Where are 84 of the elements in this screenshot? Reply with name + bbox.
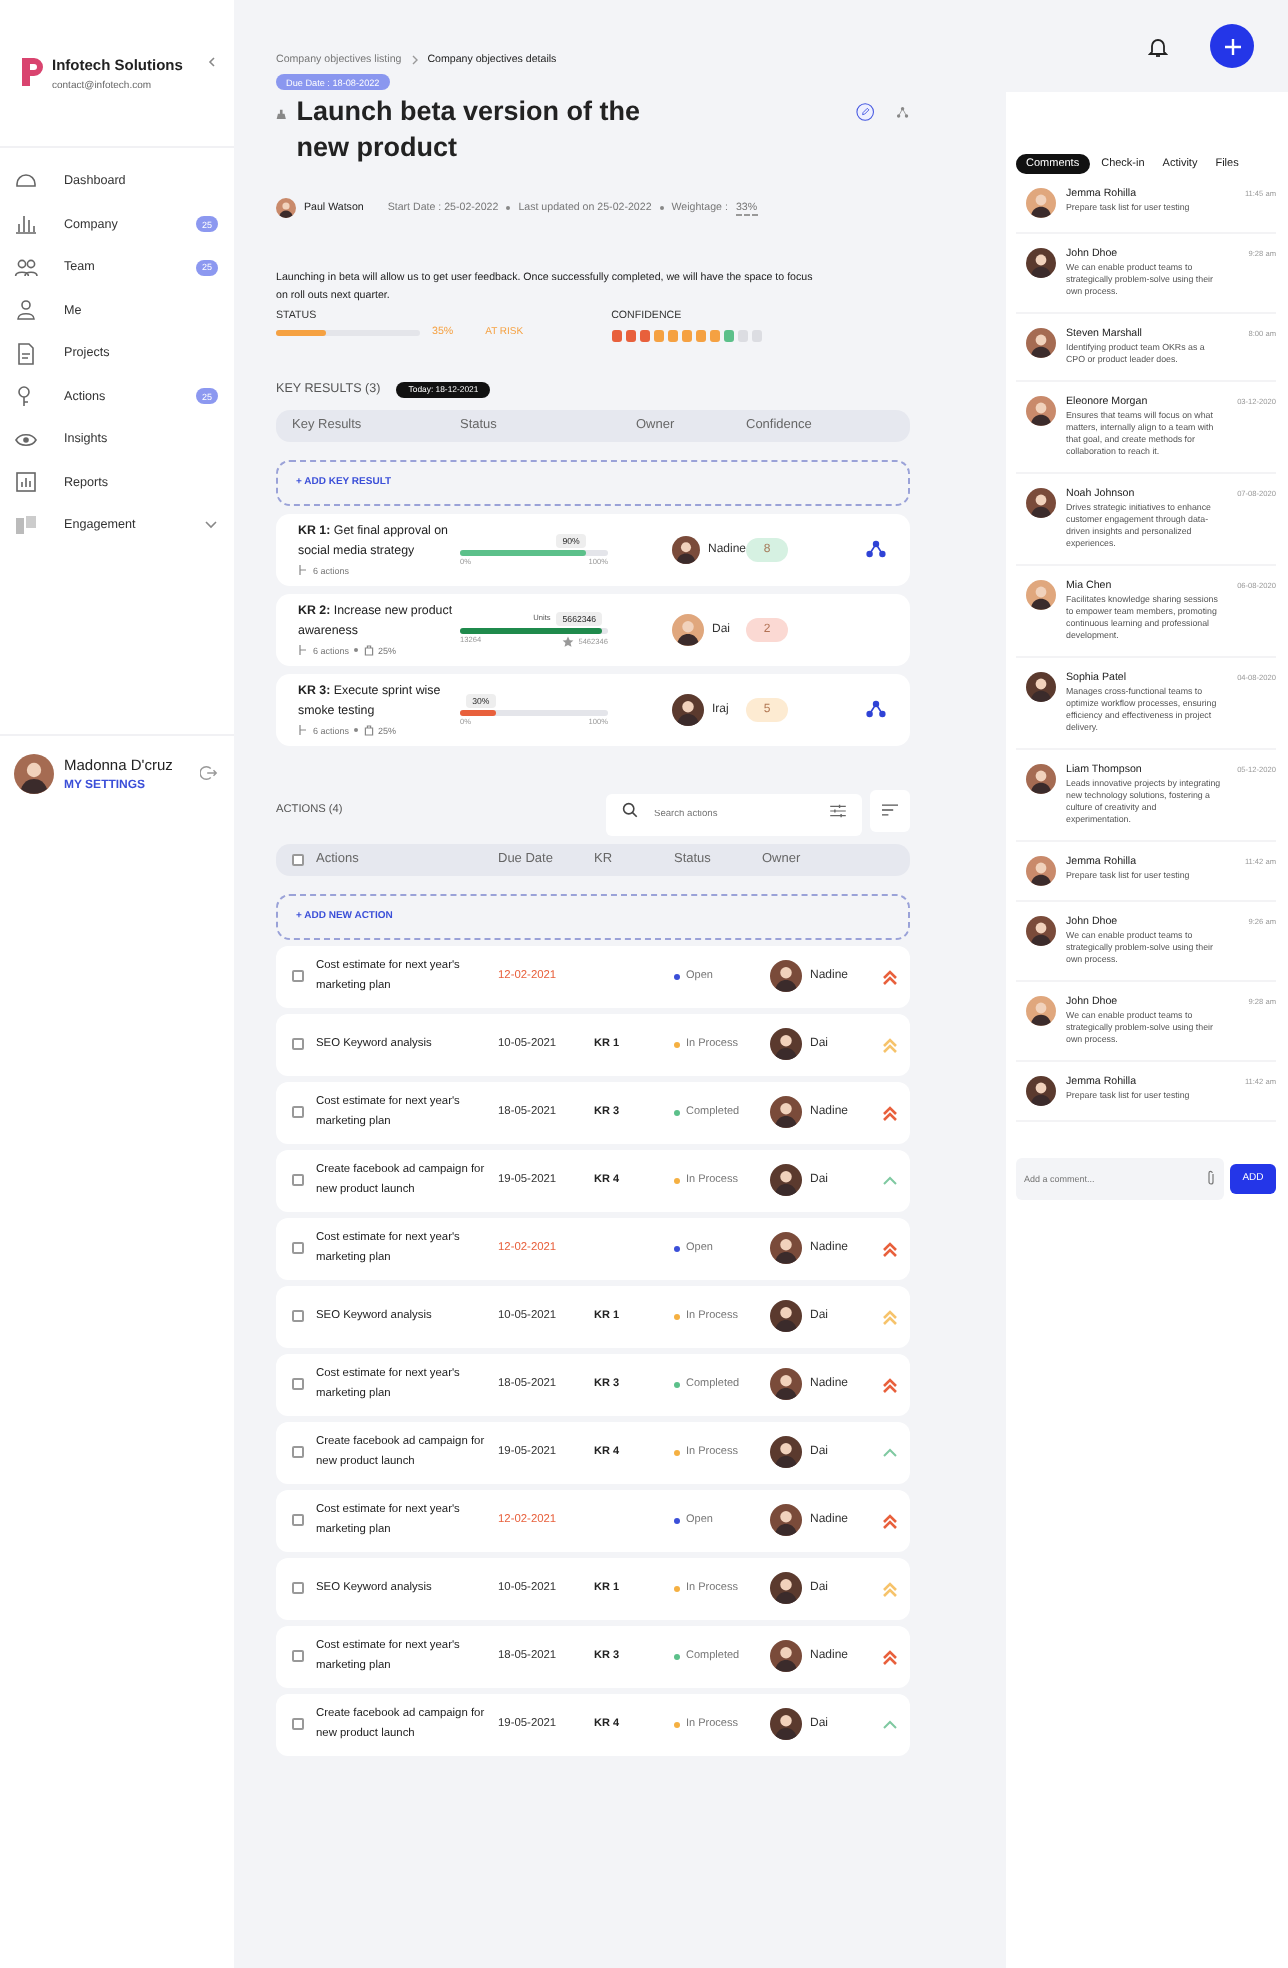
edit-icon[interactable] bbox=[856, 98, 875, 126]
avatar bbox=[1026, 580, 1056, 610]
avatar bbox=[1026, 188, 1056, 218]
hierarchy-icon[interactable] bbox=[896, 102, 910, 122]
avatar bbox=[770, 1368, 802, 1400]
avatar bbox=[14, 753, 54, 793]
priority-icon bbox=[881, 967, 897, 985]
logout-icon[interactable] bbox=[200, 764, 218, 782]
avatar bbox=[1026, 672, 1056, 702]
chevron-right-icon bbox=[409, 54, 420, 66]
avatar bbox=[770, 960, 802, 992]
priority-icon bbox=[881, 1307, 897, 1325]
nav-icon bbox=[14, 298, 38, 323]
filter-icon[interactable] bbox=[830, 803, 846, 817]
nav-icon bbox=[14, 341, 38, 366]
weight-icon bbox=[363, 724, 374, 736]
attachment-icon[interactable] bbox=[1206, 1169, 1216, 1185]
priority-icon bbox=[881, 1103, 897, 1121]
avatar bbox=[1026, 488, 1056, 518]
avatar bbox=[770, 1232, 802, 1264]
avatar bbox=[1026, 248, 1056, 278]
avatar bbox=[770, 1572, 802, 1604]
checkbox[interactable] bbox=[292, 1174, 304, 1186]
avatar bbox=[770, 1028, 802, 1060]
branch-icon bbox=[298, 644, 308, 656]
nav-icon bbox=[14, 255, 38, 280]
checkbox[interactable] bbox=[292, 1446, 304, 1458]
priority-icon bbox=[881, 1511, 897, 1529]
priority-icon bbox=[881, 1443, 897, 1461]
checkbox[interactable] bbox=[292, 1106, 304, 1118]
priority-icon bbox=[881, 1375, 897, 1393]
avatar bbox=[1026, 764, 1056, 794]
checkbox[interactable] bbox=[292, 853, 304, 865]
priority-icon bbox=[881, 1647, 897, 1665]
priority-icon bbox=[881, 1579, 897, 1597]
star-icon bbox=[562, 635, 575, 647]
avatar bbox=[1026, 856, 1056, 886]
nav-icon bbox=[14, 212, 38, 237]
add-button[interactable] bbox=[1210, 24, 1254, 68]
checkbox[interactable] bbox=[292, 1038, 304, 1050]
objective-title: Launch beta version of the new product bbox=[296, 94, 643, 166]
avatar bbox=[672, 693, 704, 725]
checkbox[interactable] bbox=[292, 1514, 304, 1526]
alignment-icon[interactable] bbox=[866, 700, 886, 718]
checkbox[interactable] bbox=[292, 1378, 304, 1390]
avatar bbox=[770, 1164, 802, 1196]
checkbox[interactable] bbox=[292, 970, 304, 982]
avatar bbox=[672, 613, 704, 645]
avatar bbox=[770, 1436, 802, 1468]
avatar bbox=[1026, 996, 1056, 1026]
company-logo bbox=[20, 56, 44, 88]
weight-icon bbox=[363, 644, 374, 656]
checkbox[interactable] bbox=[292, 1718, 304, 1730]
priority-icon bbox=[881, 1715, 897, 1733]
chevron-down-icon bbox=[204, 520, 218, 531]
plus-icon bbox=[1223, 37, 1241, 55]
checkbox[interactable] bbox=[292, 1310, 304, 1322]
alignment-icon[interactable] bbox=[866, 540, 886, 558]
avatar bbox=[672, 533, 700, 565]
nav-icon bbox=[14, 470, 38, 495]
avatar bbox=[1026, 328, 1056, 358]
branch-icon bbox=[298, 724, 308, 736]
priority-icon bbox=[881, 1035, 897, 1053]
avatar bbox=[1026, 1076, 1056, 1106]
checkbox[interactable] bbox=[292, 1242, 304, 1254]
notification-icon[interactable] bbox=[1148, 35, 1168, 57]
sort-button[interactable] bbox=[870, 789, 910, 831]
avatar bbox=[770, 1096, 802, 1128]
priority-icon bbox=[881, 1171, 897, 1189]
avatar bbox=[1026, 916, 1056, 946]
avatar bbox=[1026, 396, 1056, 426]
avatar bbox=[770, 1708, 802, 1740]
priority-icon bbox=[881, 1239, 897, 1257]
avatar bbox=[770, 1300, 802, 1332]
search-icon bbox=[622, 802, 638, 818]
avatar bbox=[770, 1640, 802, 1672]
sort-icon bbox=[882, 804, 898, 816]
checkbox[interactable] bbox=[292, 1650, 304, 1662]
checkbox[interactable] bbox=[292, 1582, 304, 1594]
branch-icon bbox=[298, 564, 308, 576]
collapse-icon[interactable] bbox=[206, 56, 218, 68]
avatar bbox=[770, 1504, 802, 1536]
avatar bbox=[276, 198, 296, 218]
nav-icon bbox=[14, 513, 38, 538]
